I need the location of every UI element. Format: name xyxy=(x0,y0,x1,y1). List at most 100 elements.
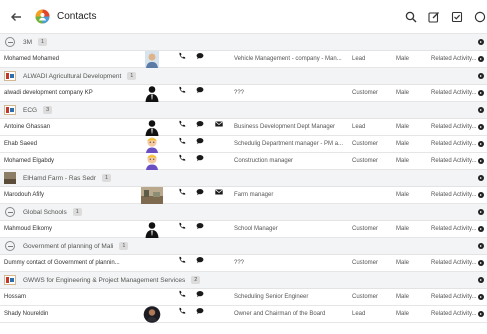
related-activity-link[interactable]: Related Activity... xyxy=(431,51,477,68)
contact-row[interactable]: Dummy contact of Government of plannin..… xyxy=(0,255,487,272)
chevron-right-icon[interactable] xyxy=(478,158,484,164)
group-label: ElHamd Farm - Ras Sedr xyxy=(23,174,96,182)
contact-row[interactable]: Mahmoud Elkomy School Manager Customer Male… xyxy=(0,221,487,238)
contact-photo xyxy=(141,306,163,323)
contact-job-title: Owner and Chairman of the Board xyxy=(234,311,326,317)
chat-icon[interactable] xyxy=(196,255,204,273)
chevron-right-icon[interactable] xyxy=(478,226,484,232)
phone-icon[interactable] xyxy=(178,306,186,324)
chevron-right-icon[interactable] xyxy=(478,192,484,198)
group-header[interactable]: ECG 3 xyxy=(0,102,487,119)
chevron-right-icon[interactable] xyxy=(478,260,484,266)
search-icon[interactable] xyxy=(404,10,418,24)
phone-icon[interactable] xyxy=(178,136,186,154)
contact-row[interactable]: Marodouh Afify Farm manager Male Related Ac… xyxy=(0,187,487,204)
chevron-right-icon[interactable] xyxy=(478,311,484,317)
contact-name[interactable]: Dummy contact of Government of plannin..… xyxy=(4,255,136,272)
related-activity-link[interactable]: Related Activity... xyxy=(431,119,477,136)
contact-row[interactable]: Antoine Ghassan Business Development Dept… xyxy=(0,119,487,136)
chevron-right-icon[interactable] xyxy=(478,39,484,45)
related-activity-link[interactable]: Related Activity... xyxy=(431,255,477,272)
related-activity-link[interactable]: Related Activity... xyxy=(431,136,477,153)
collapse-icon[interactable] xyxy=(4,240,16,252)
group-header[interactable]: ALWADI Agricultural Development 1 xyxy=(0,68,487,85)
contact-row[interactable]: Hossam Scheduling Senior Engineer Customer… xyxy=(0,289,487,306)
chevron-right-icon[interactable] xyxy=(478,107,484,113)
email-icon[interactable] xyxy=(215,187,223,205)
contact-job-title: Vehicle Management - company - Man... xyxy=(234,56,342,62)
contact-row[interactable]: Shady Noureldin Owner and Chairman of the… xyxy=(0,306,487,323)
collapse-icon[interactable] xyxy=(4,36,16,48)
phone-icon[interactable] xyxy=(178,255,186,273)
contact-name[interactable]: Mohamed Elgabdy xyxy=(4,153,136,170)
contact-name[interactable]: alwadi development company KP xyxy=(4,85,136,102)
group-header[interactable]: GWWS for Engineering & Project Managemen… xyxy=(0,272,487,289)
related-activity-link[interactable]: Related Activity... xyxy=(431,289,477,306)
contact-row[interactable]: alwadi development company KP??? Customer… xyxy=(0,85,487,102)
phone-icon[interactable] xyxy=(178,51,186,69)
related-activity-link[interactable]: Related Activity... xyxy=(431,306,477,323)
contact-name[interactable]: Ehab Saeed xyxy=(4,136,136,153)
chat-icon[interactable] xyxy=(196,51,204,69)
company-logo-icon xyxy=(4,104,16,116)
chevron-right-icon[interactable] xyxy=(478,209,484,215)
chat-icon[interactable] xyxy=(196,153,204,171)
contact-gender: Male xyxy=(396,226,410,232)
phone-icon[interactable] xyxy=(178,221,186,239)
group-header[interactable]: ElHamd Farm - Ras Sedr 1 xyxy=(0,170,487,187)
chevron-right-icon[interactable] xyxy=(478,124,484,130)
chevron-right-icon[interactable] xyxy=(478,56,484,62)
contact-name[interactable]: Mahmoud Elkomy xyxy=(4,221,136,238)
email-icon[interactable] xyxy=(215,119,223,137)
group-count-badge: 2 xyxy=(191,276,201,284)
related-activity-link[interactable]: Related Activity... xyxy=(431,221,477,238)
contacts-list: 3M 1 Mohamed Mohamed Vehicle Management - c… xyxy=(0,34,487,323)
contact-photo xyxy=(141,153,163,170)
related-activity-link[interactable]: Related Activity... xyxy=(431,153,477,170)
phone-icon[interactable] xyxy=(178,119,186,137)
contact-name[interactable]: Mohamed Mohamed xyxy=(4,51,136,68)
related-activity-link[interactable]: Related Activity... xyxy=(431,85,477,102)
chat-icon[interactable] xyxy=(196,221,204,239)
group-header[interactable]: Global Schools 1 xyxy=(0,204,487,221)
chat-icon[interactable] xyxy=(196,306,204,324)
chevron-right-icon[interactable] xyxy=(478,277,484,283)
contact-gender: Male xyxy=(396,56,410,62)
phone-icon[interactable] xyxy=(178,153,186,171)
contact-gender: Male xyxy=(396,158,410,164)
contact-name[interactable]: Shady Noureldin xyxy=(4,306,136,323)
edit-icon[interactable] xyxy=(427,10,441,24)
contact-name[interactable]: Marodouh Afify xyxy=(4,187,136,204)
chat-icon[interactable] xyxy=(196,85,204,103)
back-arrow-icon[interactable] xyxy=(9,10,23,24)
chat-icon[interactable] xyxy=(196,119,204,137)
group-count-badge: 3 xyxy=(43,106,53,114)
contact-job-title: Business Development Dept Manager xyxy=(234,124,336,130)
chevron-right-icon[interactable] xyxy=(478,243,484,249)
phone-icon[interactable] xyxy=(178,187,186,205)
chevron-right-icon[interactable] xyxy=(478,90,484,96)
group-count-badge: 1 xyxy=(101,174,112,182)
chevron-right-icon[interactable] xyxy=(478,175,484,181)
checkbox-icon[interactable] xyxy=(450,10,464,24)
group-label: Global Schools xyxy=(23,208,67,216)
phone-icon[interactable] xyxy=(178,85,186,103)
group-header[interactable]: 3M 1 xyxy=(0,34,487,51)
chat-icon[interactable] xyxy=(196,289,204,307)
contact-row[interactable]: Mohamed Elgabdy Construction manager Custo… xyxy=(0,153,487,170)
contact-name[interactable]: Hossam xyxy=(4,289,136,306)
collapse-icon[interactable] xyxy=(4,206,16,218)
chat-icon[interactable] xyxy=(196,136,204,154)
contact-row[interactable]: Mohamed Mohamed Vehicle Management - comp… xyxy=(0,51,487,68)
contact-row[interactable]: Ehab Saeed Schedulig Department manager -… xyxy=(0,136,487,153)
chevron-right-icon[interactable] xyxy=(478,141,484,147)
chevron-right-icon[interactable] xyxy=(478,294,484,300)
company-logo-icon xyxy=(4,70,16,82)
settings-icon[interactable] xyxy=(473,10,487,24)
related-activity-link[interactable]: Related Activity... xyxy=(431,187,477,204)
contact-name[interactable]: Antoine Ghassan xyxy=(4,119,136,136)
chevron-right-icon[interactable] xyxy=(478,73,484,79)
phone-icon[interactable] xyxy=(178,289,186,307)
group-header[interactable]: Government of planning of Mali 1 xyxy=(0,238,487,255)
chat-icon[interactable] xyxy=(196,187,204,205)
